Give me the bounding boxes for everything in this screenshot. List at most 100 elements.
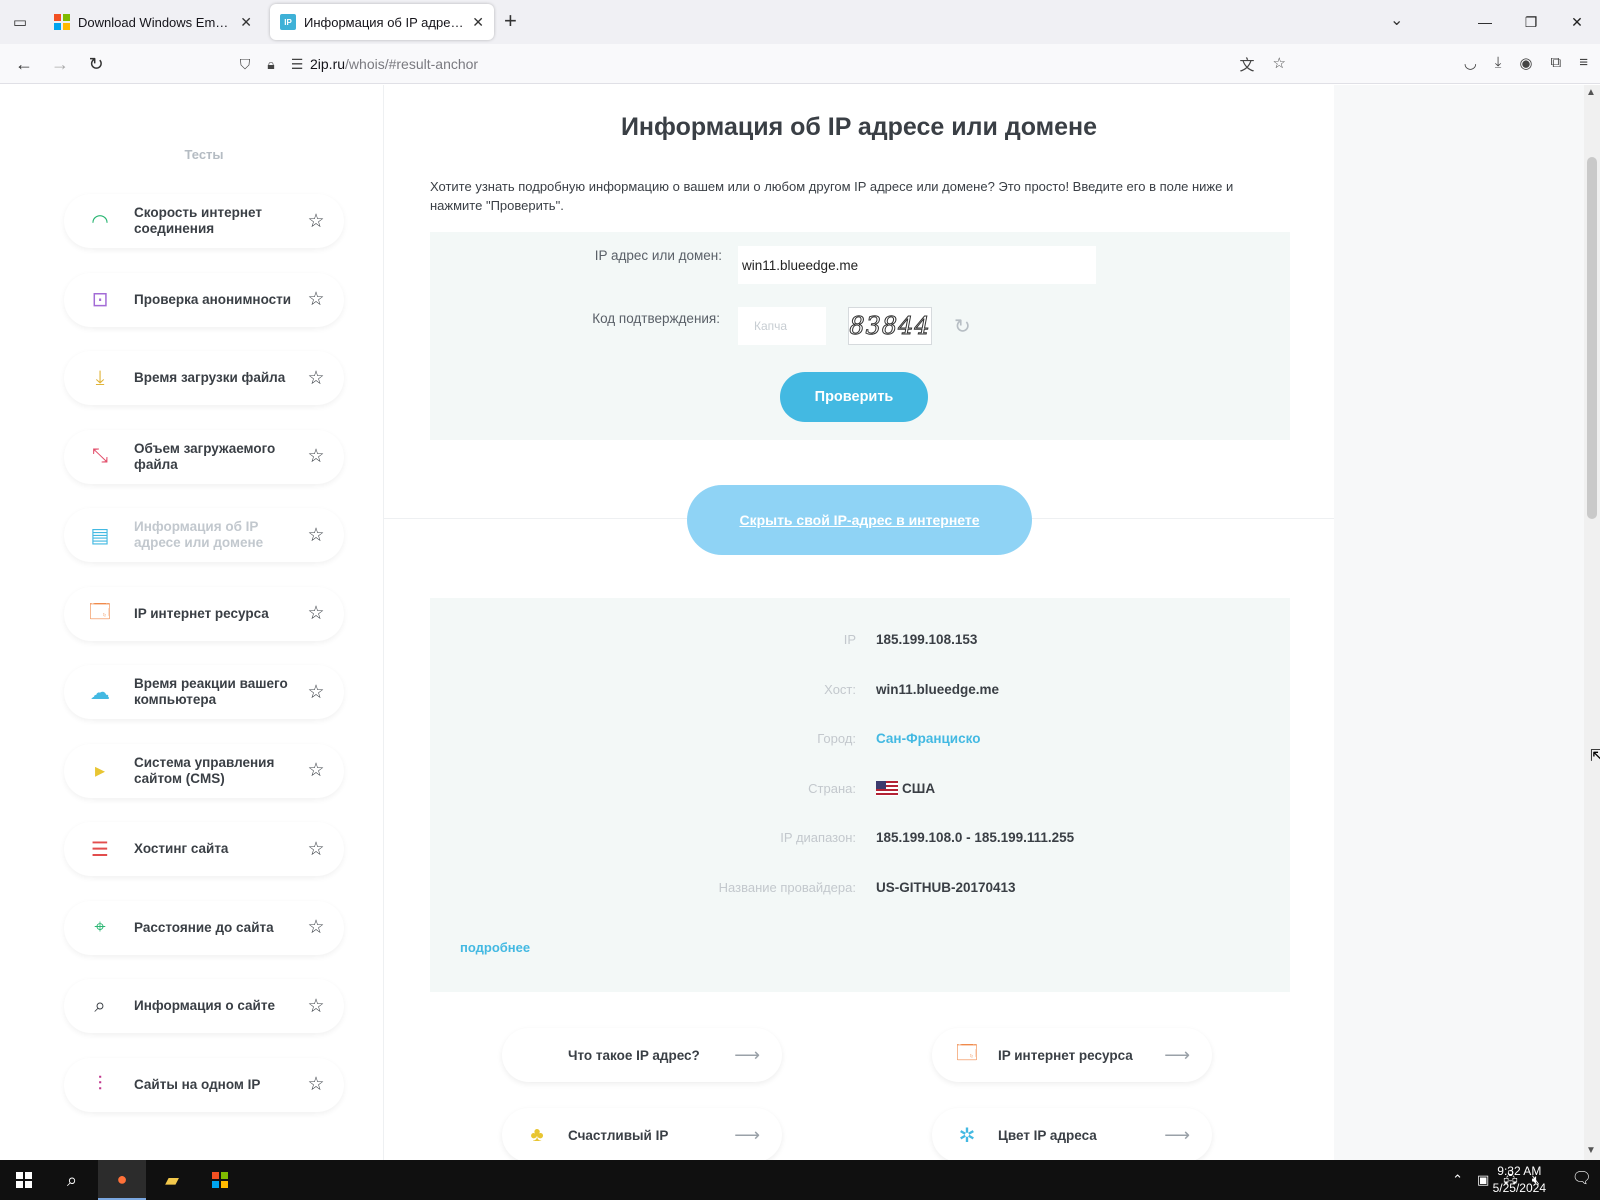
window-close-icon[interactable]: ✕: [1554, 0, 1600, 44]
result-value-text: 185.199.108.0 - 185.199.111.255: [876, 830, 1075, 846]
account-icon[interactable]: ◉: [1519, 54, 1532, 72]
card-ip-resource[interactable]: 🗔︎ IP интернет ресурса ⟶: [932, 1028, 1212, 1082]
sidebar-item[interactable]: ☰ Хостинг сайта ☆: [64, 822, 344, 876]
result-row: IP 185.199.108.153: [430, 632, 1290, 652]
card-label: Что такое IP адрес?: [568, 1047, 700, 1063]
star-icon[interactable]: ☆: [304, 916, 328, 939]
result-row: Страна: США: [430, 780, 1290, 801]
sidebar-item-label: Расстояние до сайта: [134, 919, 274, 935]
star-icon[interactable]: ☆: [304, 838, 328, 861]
resize-icon: ⤡: [92, 445, 108, 467]
site-search-icon: ⌕: [94, 994, 106, 1017]
extensions-icon[interactable]: ⧉: [1551, 54, 1562, 72]
tab-list-icon[interactable]: ▭: [0, 0, 40, 44]
search-icon[interactable]: ⌕: [48, 1160, 96, 1200]
ip-field-label: IP адрес или домен:: [594, 248, 722, 263]
star-icon[interactable]: ☆: [304, 524, 328, 547]
new-tab-icon[interactable]: +: [504, 8, 517, 34]
map-pin-icon: ⌖: [94, 916, 106, 938]
result-value-text: Сан-Франциско: [876, 731, 981, 747]
notifications-icon[interactable]: 🗨︎: [1572, 1168, 1592, 1188]
star-icon[interactable]: ☆: [304, 367, 328, 390]
card-lucky-ip[interactable]: ♣ Счастливый IP ⟶: [502, 1108, 782, 1160]
result-value: win11.blueedge.me: [876, 682, 999, 697]
star-icon[interactable]: ☆: [304, 995, 328, 1018]
sidebar-item[interactable]: ▤ Информация об IP адресе или домене ☆: [64, 508, 344, 562]
bookmark-star-icon[interactable]: ☆: [1273, 54, 1286, 75]
sidebar-item-label: Система управления сайтом (CMS): [134, 754, 275, 786]
file-explorer-icon[interactable]: ▰: [148, 1160, 196, 1200]
scroll-up-icon[interactable]: ▲: [1586, 87, 1596, 98]
back-icon[interactable]: ←: [10, 50, 38, 78]
sidebar-item[interactable]: 🗔︎ IP интернет ресурса ☆: [64, 586, 344, 641]
sidebar-item[interactable]: ⊡ Проверка анонимности ☆: [64, 272, 344, 327]
shield-icon[interactable]: ⛉: [232, 56, 258, 73]
sidebar-item[interactable]: ◠ Скорость интернет соединения ☆: [64, 194, 344, 248]
sidebar-item[interactable]: ⤡ Объем загружаемого файла ☆: [64, 429, 344, 484]
page-scrollbar[interactable]: ▲ ▼: [1584, 85, 1600, 1160]
sitemap-icon: ⫶: [97, 1073, 103, 1095]
hide-ip-button[interactable]: Скрыть свой IP-адрес в интернете: [687, 485, 1032, 555]
refresh-captcha-icon[interactable]: ↻: [954, 314, 971, 339]
url-host: 2ip.ru: [310, 56, 346, 72]
tab-bar: ▭ Download Windows Embedded ✕ IP Информа…: [0, 0, 1600, 44]
start-button[interactable]: [0, 1160, 48, 1200]
star-icon[interactable]: ☆: [304, 759, 328, 782]
menu-icon[interactable]: ≡: [1579, 54, 1588, 72]
chevron-down-icon[interactable]: ⌄: [1390, 10, 1403, 30]
sidebar-item[interactable]: ☁ Время реакции вашего компьютера ☆: [64, 665, 344, 719]
more-details-link[interactable]: подробнее: [460, 940, 530, 955]
card-ip-color[interactable]: ✲ Цвет IP адреса ⟶: [932, 1108, 1212, 1160]
windows-app-icon[interactable]: [196, 1160, 244, 1200]
card-what-is-ip[interactable]: Что такое IP адрес? ⟶: [502, 1028, 782, 1082]
star-icon[interactable]: ☆: [304, 681, 328, 704]
scrollbar-thumb[interactable]: [1587, 157, 1597, 519]
tray-chevron-icon[interactable]: ⌃: [1452, 1172, 1463, 1188]
downloads-icon[interactable]: ⤓: [1495, 54, 1502, 72]
star-icon[interactable]: ☆: [304, 602, 328, 625]
star-icon[interactable]: ☆: [304, 445, 328, 468]
captcha-input[interactable]: Капча: [738, 307, 826, 345]
tray-app-icon[interactable]: ▣: [1477, 1172, 1489, 1188]
sidebar-item[interactable]: ⤓ Время загрузки файла ☆: [64, 351, 344, 405]
arrow-right-icon: ⟶: [1164, 1044, 1190, 1065]
permissions-icon[interactable]: ☰: [284, 56, 310, 73]
url-bar[interactable]: ⛉ 🔒︎ ☰ 2ip.ru/whois/#result-anchor 文 ☆: [232, 48, 1298, 80]
sidebar-item[interactable]: ⫶ Сайты на одном IP ☆: [64, 1057, 344, 1112]
result-row: Название провайдера: US-GITHUB-20170413: [430, 880, 1290, 900]
scroll-down-icon[interactable]: ▼: [1586, 1145, 1596, 1156]
tab-download-windows[interactable]: Download Windows Embedded ✕: [44, 4, 262, 40]
us-flag-icon: [876, 780, 898, 796]
ip-domain-input[interactable]: win11.blueedge.me: [738, 246, 1096, 284]
restore-icon[interactable]: ❐: [1508, 0, 1554, 44]
result-key: Город:: [817, 731, 856, 747]
result-key: Название провайдера:: [718, 880, 856, 895]
sidebar-item[interactable]: ⌖ Расстояние до сайта ☆: [64, 900, 344, 955]
star-icon[interactable]: ☆: [304, 1073, 328, 1096]
sidebar-item-label: Информация о сайте: [134, 998, 275, 1013]
lock-icon[interactable]: 🔒︎: [258, 56, 284, 73]
reload-icon[interactable]: ↻: [82, 50, 110, 78]
tab-title: Информация об IP адресе или: [304, 14, 466, 30]
result-panel: IP 185.199.108.153 Хост: win11.blueedge.me Г…: [430, 598, 1290, 992]
download-icon: ⤓: [95, 366, 105, 389]
sidebar-item-label: Время реакции вашего компьютера: [134, 676, 288, 707]
translate-icon[interactable]: 文: [1240, 54, 1255, 75]
close-icon[interactable]: ✕: [472, 14, 484, 31]
clock[interactable]: 9:32 AM 5/25/2024: [1493, 1163, 1546, 1197]
clover-icon: ♣: [530, 1123, 544, 1146]
star-icon[interactable]: ☆: [304, 210, 328, 233]
sidebar-item[interactable]: ▸ Система управления сайтом (CMS) ☆: [64, 743, 344, 798]
result-value[interactable]: Сан-Франциско: [876, 731, 980, 746]
close-icon[interactable]: ✕: [240, 14, 252, 31]
tab-ip-info[interactable]: IP Информация об IP адресе или ✕: [270, 4, 494, 40]
check-button[interactable]: Проверить: [780, 372, 928, 422]
firefox-taskbar-icon[interactable]: ●: [98, 1160, 146, 1200]
star-icon[interactable]: ☆: [304, 288, 328, 311]
minimize-icon[interactable]: —: [1462, 0, 1508, 44]
arrow-right-icon: ⟶: [734, 1044, 760, 1065]
forward-icon[interactable]: →: [46, 50, 74, 78]
windows-start-icon: [16, 1172, 32, 1188]
pocket-icon[interactable]: ◡: [1464, 54, 1477, 72]
sidebar-item[interactable]: ⌕ Информация о сайте ☆: [64, 979, 344, 1033]
